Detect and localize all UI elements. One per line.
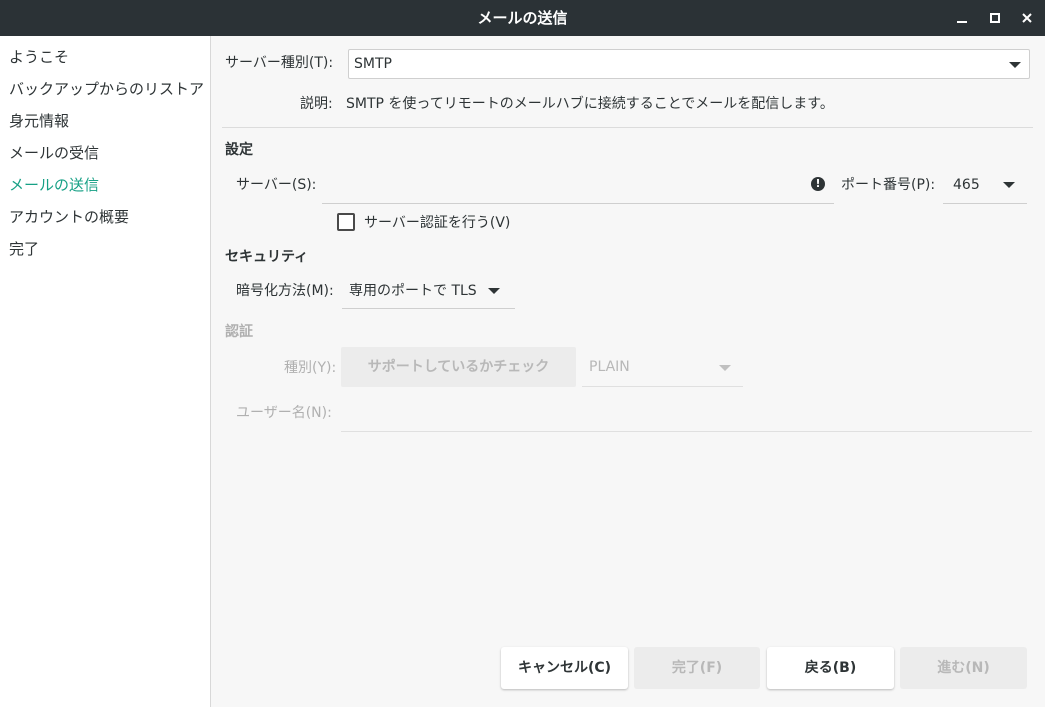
auth-type-combo[interactable]: PLAIN	[582, 349, 743, 387]
chevron-down-icon[interactable]	[1003, 182, 1015, 188]
back-button[interactable]: 戻る(B)	[767, 647, 894, 689]
encryption-label: 暗号化方法(M):	[236, 283, 334, 299]
server-type-value: SMTP	[354, 56, 392, 72]
encryption-combo[interactable]: 専用のポートで TLS	[342, 273, 515, 309]
chevron-down-icon	[488, 288, 500, 294]
description-text: SMTP を使ってリモートのメールハブに接続することでメールを配信します。	[346, 96, 834, 112]
port-value: 465	[953, 177, 980, 193]
finish-button[interactable]: 完了(F)	[634, 647, 760, 689]
server-input[interactable]: !	[322, 167, 834, 204]
separator	[222, 127, 1033, 128]
port-label: ポート番号(P):	[841, 177, 936, 193]
window-title: メールの送信	[477, 9, 568, 27]
cancel-button[interactable]: キャンセル(C)	[501, 647, 628, 689]
username-label: ユーザー名(N):	[236, 405, 332, 421]
check-supported-button[interactable]: サポートしているかチェック	[341, 347, 576, 387]
sidebar-item-restore-backup[interactable]: バックアップからのリストア	[9, 78, 204, 100]
settings-section-title: 設定	[225, 142, 253, 158]
username-input[interactable]	[341, 395, 1032, 432]
chevron-down-icon	[719, 365, 731, 371]
maximize-icon[interactable]	[983, 6, 1007, 30]
description-label: 説明:	[300, 96, 333, 112]
sidebar-item-account-summary[interactable]: アカウントの概要	[9, 206, 129, 228]
sidebar-item-done[interactable]: 完了	[9, 238, 39, 260]
auth-type-label: 種別(Y):	[284, 360, 337, 376]
main-panel: サーバー種別(T): SMTP 説明: SMTP を使ってリモートのメールハブに…	[212, 36, 1045, 707]
exclamation-icon: !	[811, 177, 825, 191]
server-type-label: サーバー種別(T):	[225, 55, 334, 71]
sidebar-item-receiving-mail[interactable]: メールの受信	[9, 142, 99, 164]
chevron-down-icon	[1009, 62, 1021, 68]
auth-type-value: PLAIN	[589, 359, 630, 375]
server-label: サーバー(S):	[236, 177, 317, 193]
server-auth-checkbox[interactable]	[337, 213, 355, 231]
sidebar-item-sending-mail[interactable]: メールの送信	[9, 174, 99, 196]
authentication-section-title: 認証	[225, 324, 253, 340]
sidebar-item-welcome[interactable]: ようこそ	[9, 46, 69, 68]
server-auth-label[interactable]: サーバー認証を行う(V)	[364, 213, 510, 233]
security-section-title: セキュリティ	[225, 249, 309, 265]
server-type-combo[interactable]: SMTP	[348, 49, 1030, 79]
encryption-value: 専用のポートで TLS	[349, 283, 477, 299]
sidebar-item-identity[interactable]: 身元情報	[9, 110, 69, 132]
next-button[interactable]: 進む(N)	[900, 647, 1027, 689]
title-bar: メールの送信	[0, 0, 1045, 36]
minimize-icon[interactable]	[950, 6, 974, 30]
close-icon[interactable]	[1015, 6, 1039, 30]
wizard-sidebar: ようこそ バックアップからのリストア 身元情報 メールの受信 メールの送信 アカ…	[0, 36, 211, 707]
port-spinbox[interactable]: 465	[943, 167, 1027, 204]
